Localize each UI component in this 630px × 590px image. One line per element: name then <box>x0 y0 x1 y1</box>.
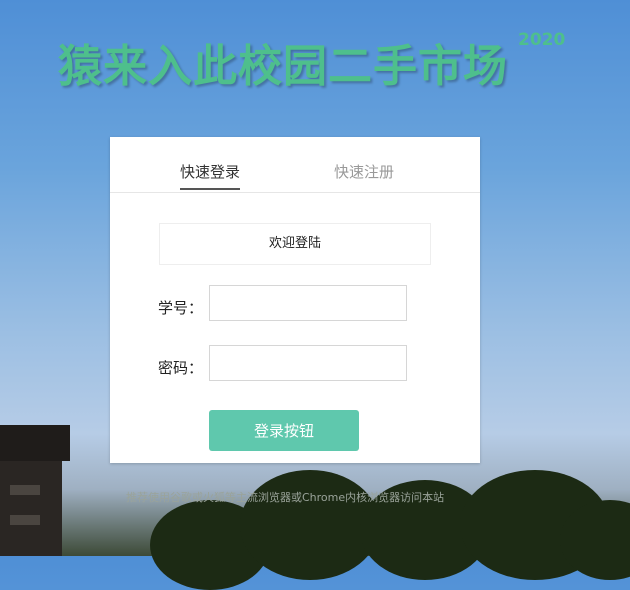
login-panel: 快速登录 快速注册 欢迎登陆 学号： 密码： 登录按钮 <box>110 137 480 463</box>
tab-quick-register[interactable]: 快速注册 <box>334 161 394 182</box>
password-label: 密码： <box>158 359 204 377</box>
auth-tabs: 快速登录 快速注册 <box>110 137 480 193</box>
building-window <box>10 515 40 525</box>
welcome-banner: 欢迎登陆 <box>159 223 431 265</box>
building-window <box>10 485 40 495</box>
tab-quick-login[interactable]: 快速登录 <box>180 161 241 190</box>
site-year: 2020 <box>518 30 566 50</box>
login-button[interactable]: 登录按钮 <box>209 410 359 451</box>
student-id-input[interactable] <box>209 285 407 321</box>
building-roof <box>0 425 70 461</box>
browser-recommendation: 推荐使用谷歌或火狐等主流浏览器或Chrome内核浏览器访问本站 <box>126 491 445 504</box>
site-title: 猿来入此校园二手市场 <box>58 41 508 92</box>
password-input[interactable] <box>209 345 407 381</box>
background-tree <box>240 470 380 580</box>
background-building <box>0 425 70 556</box>
student-id-label: 学号： <box>158 299 204 317</box>
